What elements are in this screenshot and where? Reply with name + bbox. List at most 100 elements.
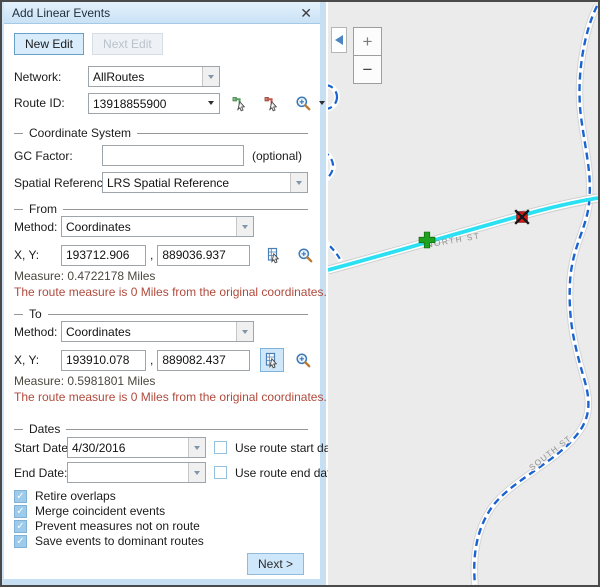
- spatial-reference-dropdown-button[interactable]: [290, 173, 307, 192]
- to-method-row: Method: Coordinates: [14, 321, 254, 342]
- gc-factor-label: GC Factor:: [14, 149, 102, 163]
- chevron-down-icon: [208, 75, 214, 79]
- gc-factor-row: GC Factor: (optional): [14, 145, 302, 166]
- from-method-value: Coordinates: [62, 217, 236, 236]
- route-id-value: 13918855900: [89, 94, 202, 113]
- spatial-reference-row: Spatial Reference: LRS Spatial Reference: [14, 172, 308, 193]
- network-select[interactable]: AllRoutes: [88, 66, 220, 87]
- route-id-dropdown-button[interactable]: [202, 94, 219, 113]
- from-x-input[interactable]: [61, 245, 146, 266]
- from-zoom-button[interactable]: [294, 244, 316, 266]
- zoom-in-button[interactable]: +: [353, 27, 382, 56]
- to-method-value: Coordinates: [62, 322, 236, 341]
- network-label: Network:: [14, 70, 88, 84]
- gc-factor-optional-hint: (optional): [252, 149, 302, 163]
- use-route-end-date-label: Use route end date: [235, 466, 337, 480]
- dates-legend: Dates: [14, 422, 308, 436]
- from-method-label: Method:: [14, 220, 61, 234]
- zoom-out-button[interactable]: −: [353, 55, 382, 84]
- to-method-label: Method:: [14, 325, 61, 339]
- map-canvas[interactable]: NORTH ST SOUTH ST + −: [328, 2, 598, 585]
- to-method-dropdown-button[interactable]: [236, 322, 253, 341]
- from-pick-coordinates-button[interactable]: [262, 243, 286, 267]
- end-date-label: End Date:: [14, 466, 67, 480]
- to-xy-row: X, Y: ,: [14, 348, 314, 372]
- end-date-value: [68, 463, 188, 482]
- network-row: Network: AllRoutes: [14, 66, 220, 87]
- coordinate-system-legend: Coordinate System: [14, 126, 308, 140]
- zoom-options-dropdown[interactable]: [319, 101, 325, 105]
- save-events-dominant-checkbox[interactable]: ✓: [14, 535, 27, 548]
- end-date-select[interactable]: [67, 462, 206, 483]
- from-legend: From: [14, 202, 308, 216]
- end-date-dropdown-button[interactable]: [188, 463, 205, 482]
- option-row: ✓ Retire overlaps: [14, 489, 116, 503]
- route-id-label: Route ID:: [14, 96, 88, 110]
- select-to-route-button[interactable]: [260, 91, 284, 115]
- to-method-select[interactable]: Coordinates: [61, 321, 254, 342]
- chevron-left-icon: [335, 35, 343, 45]
- from-method-row: Method: Coordinates: [14, 216, 254, 237]
- collapse-panel-button[interactable]: [331, 27, 347, 53]
- gc-factor-input[interactable]: [102, 145, 244, 166]
- zoom-to-route-button[interactable]: [292, 92, 314, 114]
- start-date-dropdown-button[interactable]: [188, 438, 205, 457]
- panel-title-bar: Add Linear Events ✕: [4, 2, 320, 24]
- merge-coincident-events-checkbox[interactable]: ✓: [14, 505, 27, 518]
- magnifier-plus-icon: [295, 95, 311, 111]
- edit-buttons-row: New Edit Next Edit: [14, 33, 163, 55]
- chevron-down-icon: [242, 225, 248, 229]
- next-edit-button[interactable]: Next Edit: [92, 33, 163, 55]
- panel-title: Add Linear Events: [12, 6, 110, 20]
- map-zoom-control: + −: [353, 27, 382, 84]
- end-date-row: End Date: Use route end date: [14, 462, 337, 483]
- use-route-end-date-checkbox[interactable]: [214, 466, 227, 479]
- retire-overlaps-label: Retire overlaps: [35, 489, 116, 503]
- add-linear-events-panel: Add Linear Events ✕ New Edit Next Edit N…: [2, 2, 326, 585]
- save-events-dominant-label: Save events to dominant routes: [35, 534, 204, 548]
- magnifier-plus-icon: [297, 247, 313, 263]
- retire-overlaps-checkbox[interactable]: ✓: [14, 490, 27, 503]
- network-dropdown-button[interactable]: [202, 67, 219, 86]
- prevent-measures-label: Prevent measures not on route: [35, 519, 200, 533]
- chevron-down-icon: [194, 471, 200, 475]
- spatial-reference-label: Spatial Reference:: [14, 176, 102, 190]
- app-window: Add Linear Events ✕ New Edit Next Edit N…: [0, 0, 600, 587]
- route-id-row: Route ID: 13918855900: [14, 91, 325, 115]
- chevron-down-icon: [208, 101, 214, 105]
- next-button[interactable]: Next >: [247, 553, 304, 575]
- magnifier-plus-icon: [295, 352, 311, 368]
- new-edit-button[interactable]: New Edit: [14, 33, 84, 55]
- merge-coincident-events-label: Merge coincident events: [35, 504, 165, 518]
- to-xy-label: X, Y:: [14, 353, 61, 367]
- to-zoom-button[interactable]: [292, 349, 314, 371]
- start-date-value: 4/30/2016: [68, 438, 188, 457]
- chevron-down-icon: [194, 446, 200, 450]
- from-xy-label: X, Y:: [14, 248, 61, 262]
- to-measure-warning: The route measure is 0 Miles from the or…: [14, 390, 327, 404]
- from-method-dropdown-button[interactable]: [236, 217, 253, 236]
- route-id-select[interactable]: 13918855900: [88, 93, 220, 114]
- chevron-down-icon: [296, 181, 302, 185]
- spatial-reference-value: LRS Spatial Reference: [103, 173, 290, 192]
- route-select-green-icon: [231, 94, 249, 112]
- from-y-input[interactable]: [157, 245, 250, 266]
- from-measure-warning: The route measure is 0 Miles from the or…: [14, 285, 327, 299]
- select-from-route-button[interactable]: [228, 91, 252, 115]
- use-route-start-date-checkbox[interactable]: [214, 441, 227, 454]
- to-measure-text: Measure: 0.5981801 Miles: [14, 374, 155, 388]
- close-icon[interactable]: ✕: [300, 6, 312, 20]
- route-stub-dashed: [328, 239, 341, 261]
- to-pick-coordinates-button[interactable]: [260, 348, 284, 372]
- start-date-row: Start Date: 4/30/2016 Use route start da…: [14, 437, 340, 458]
- from-method-select[interactable]: Coordinates: [61, 216, 254, 237]
- start-date-select[interactable]: 4/30/2016: [67, 437, 206, 458]
- start-date-label: Start Date:: [14, 441, 67, 455]
- to-x-input[interactable]: [61, 350, 146, 371]
- coordinate-table-icon: [263, 351, 281, 369]
- to-y-input[interactable]: [157, 350, 250, 371]
- spatial-reference-select[interactable]: LRS Spatial Reference: [102, 172, 308, 193]
- chevron-down-icon: [319, 101, 325, 105]
- network-value: AllRoutes: [89, 67, 202, 86]
- prevent-measures-checkbox[interactable]: ✓: [14, 520, 27, 533]
